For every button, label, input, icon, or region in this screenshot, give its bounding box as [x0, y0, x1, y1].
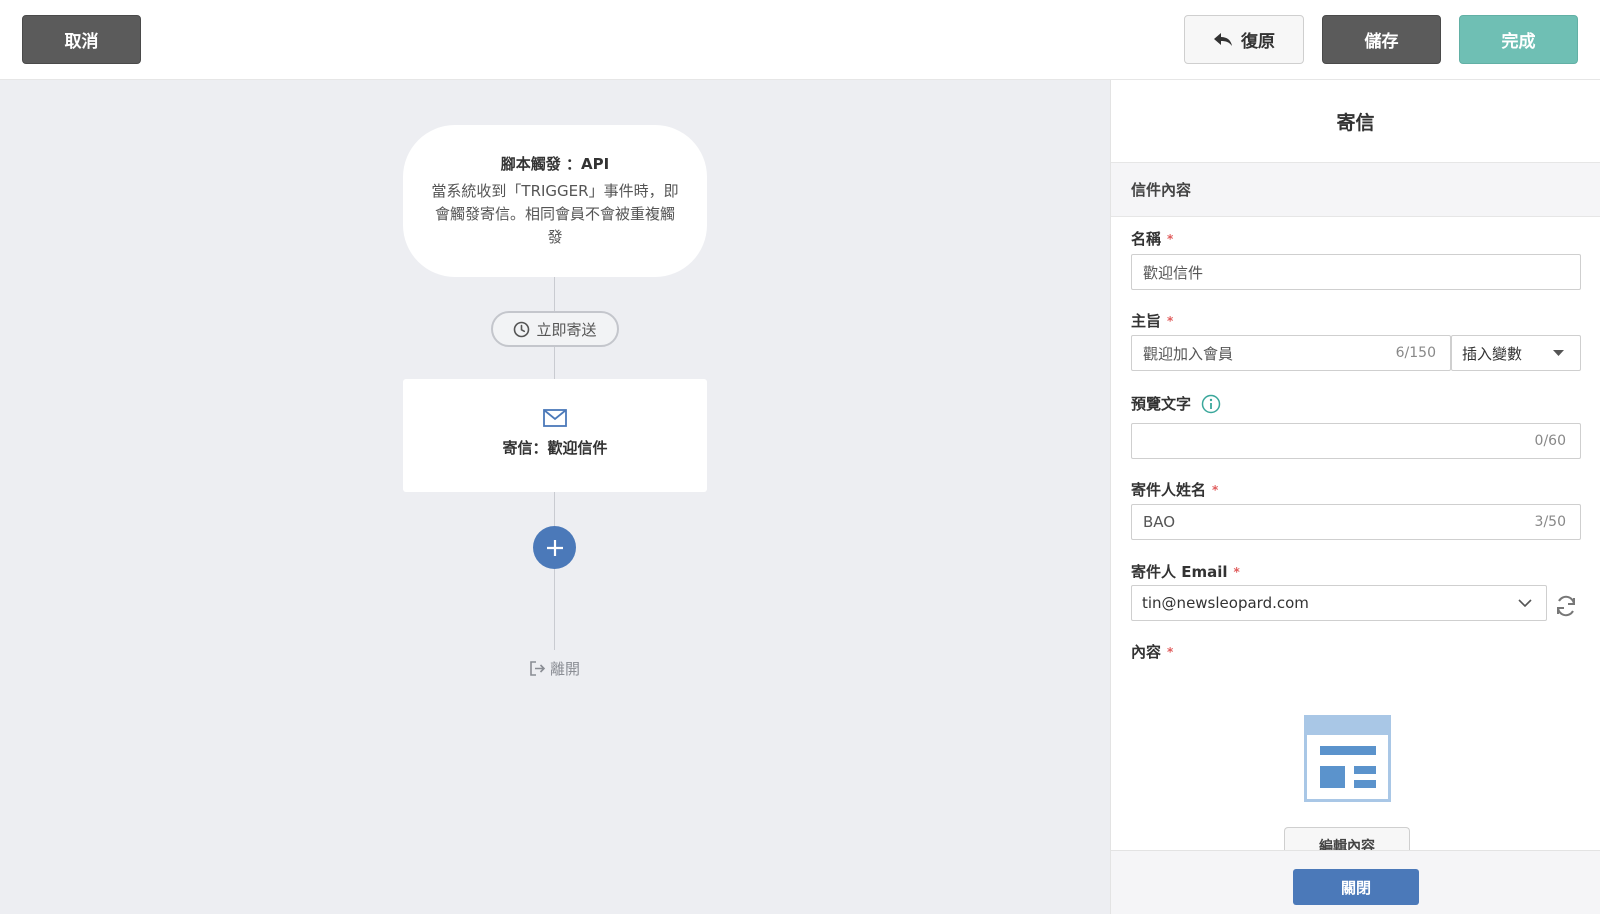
- caret-down-icon: [1553, 350, 1564, 356]
- exit-node: 離開: [529, 658, 580, 679]
- close-button[interactable]: 關閉: [1293, 869, 1419, 905]
- undo-icon: [1214, 32, 1232, 46]
- email-node-label: 寄信：歡迎信件: [502, 439, 608, 457]
- done-button[interactable]: 完成: [1459, 15, 1578, 64]
- sender-name-input[interactable]: BAO 3/50: [1131, 504, 1581, 540]
- required-mark: *: [1167, 313, 1174, 328]
- content-label: 內容 *: [1131, 641, 1173, 662]
- preview-text-input[interactable]: 0/60: [1131, 423, 1581, 459]
- required-mark: *: [1167, 644, 1174, 659]
- connector-line: [554, 346, 555, 380]
- required-mark: *: [1233, 564, 1240, 579]
- cancel-button[interactable]: 取消: [22, 15, 141, 64]
- refresh-icon[interactable]: [1554, 594, 1578, 618]
- panel-title: 寄信: [1111, 80, 1600, 163]
- connector-line: [554, 568, 555, 650]
- clock-icon: [514, 321, 530, 337]
- preview-counter: 0/60: [1534, 433, 1566, 449]
- exit-icon: [530, 661, 546, 676]
- subject-counter: 6/150: [1395, 345, 1436, 361]
- sender-email-value: tin@newsleopard.com: [1142, 594, 1309, 612]
- email-settings-panel: 寄信 信件內容 名稱 * 歡迎信件 主旨 * 觀迎加入會員 6/150 插入變數…: [1110, 80, 1600, 914]
- chevron-down-icon: [1518, 599, 1532, 607]
- top-toolbar: 取消 復原 儲存 完成: [0, 0, 1600, 80]
- save-button[interactable]: 儲存: [1322, 15, 1441, 64]
- subject-value: 觀迎加入會員: [1143, 344, 1234, 363]
- sender-name-label: 寄件人姓名 *: [1131, 479, 1218, 500]
- email-template-thumbnail: [1304, 715, 1391, 802]
- connector-line: [554, 276, 555, 312]
- undo-button[interactable]: 復原: [1184, 15, 1304, 64]
- preview-label-text: 預覽文字: [1131, 395, 1192, 413]
- info-icon[interactable]: [1201, 394, 1221, 414]
- sender-name-counter: 3/50: [1534, 514, 1566, 530]
- envelope-icon: [543, 409, 567, 427]
- subject-input[interactable]: 觀迎加入會員 6/150: [1131, 335, 1451, 371]
- flow-canvas: 腳本觸發 ：API 當系統收到「TRIGGER」事件時，即會觸發寄信。相同會員不…: [0, 80, 1110, 914]
- trigger-description: 當系統收到「TRIGGER」事件時，即會觸發寄信。相同會員不會被重複觸發: [431, 182, 679, 246]
- subject-label-text: 主旨: [1131, 312, 1162, 330]
- sender-email-select[interactable]: tin@newsleopard.com: [1131, 585, 1547, 621]
- delay-label: 立即寄送: [536, 320, 597, 339]
- trigger-node[interactable]: 腳本觸發 ：API 當系統收到「TRIGGER」事件時，即會觸發寄信。相同會員不…: [403, 125, 707, 277]
- email-node[interactable]: 寄信：歡迎信件: [403, 379, 707, 492]
- add-step-button[interactable]: [533, 526, 576, 569]
- insert-variable-label: 插入變數: [1462, 344, 1523, 363]
- name-input[interactable]: 歡迎信件: [1131, 254, 1581, 290]
- sender-name-value: BAO: [1143, 513, 1176, 531]
- undo-label: 復原: [1241, 32, 1275, 52]
- panel-footer: 關閉: [1111, 850, 1600, 914]
- section-title: 信件內容: [1111, 163, 1600, 217]
- insert-variable-select[interactable]: 插入變數: [1451, 335, 1581, 371]
- exit-label: 離開: [550, 660, 581, 678]
- name-label-text: 名稱: [1131, 230, 1162, 248]
- name-label: 名稱 *: [1131, 228, 1173, 249]
- required-mark: *: [1212, 482, 1219, 497]
- sender-email-label: 寄件人 Email *: [1131, 561, 1240, 582]
- subject-label: 主旨 *: [1131, 310, 1173, 331]
- connector-line: [554, 492, 555, 527]
- delay-pill[interactable]: 立即寄送: [491, 311, 619, 347]
- name-value: 歡迎信件: [1143, 263, 1204, 282]
- sender-email-label-text: 寄件人 Email: [1131, 563, 1228, 581]
- trigger-title: 腳本觸發 ：API: [500, 155, 610, 173]
- sender-name-label-text: 寄件人姓名: [1131, 481, 1207, 499]
- plus-icon: [546, 539, 563, 556]
- preview-label: 預覽文字: [1131, 393, 1221, 414]
- content-label-text: 內容: [1131, 643, 1162, 661]
- required-mark: *: [1167, 231, 1174, 246]
